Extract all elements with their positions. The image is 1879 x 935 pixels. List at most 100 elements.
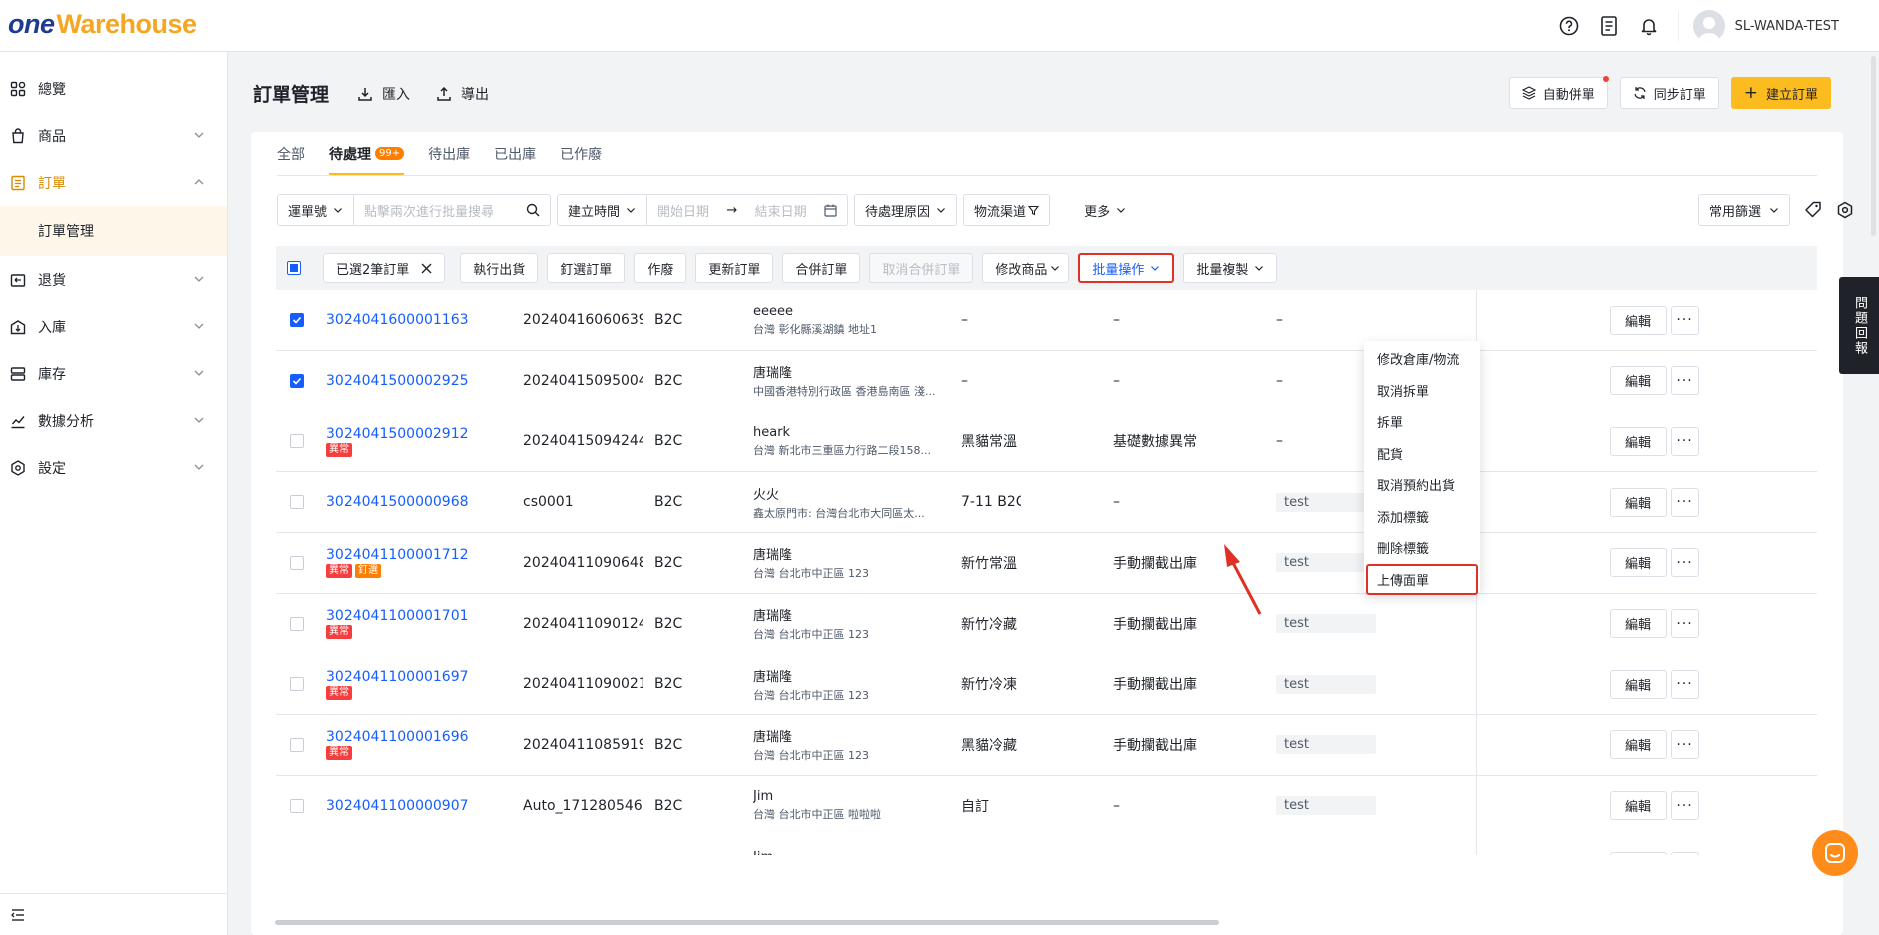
table-row[interactable]: 3024041100001701異常 20240411090124876 B2C 唐瑞… — [276, 593, 1817, 655]
common-filters-select[interactable]: 常用篩選 — [1697, 194, 1790, 226]
table-row[interactable]: 3024041100001697異常 20240411090021149 B2C 唐瑞… — [276, 654, 1817, 716]
sidebar-item-orders[interactable]: 訂單 — [0, 159, 227, 206]
order-id-link[interactable]: 3024041100001696 — [326, 729, 526, 745]
gear-icon[interactable] — [1836, 201, 1854, 219]
sync-orders-button[interactable]: 同步訂單 — [1619, 77, 1719, 109]
batch-menu-item[interactable]: 刪除標籤 — [1364, 532, 1480, 564]
batch-menu-item[interactable]: 上傳面單 — [1366, 563, 1478, 595]
batch-menu-item[interactable]: 拆單 — [1364, 406, 1480, 438]
sidebar-item-inventory[interactable]: 庫存 — [0, 350, 227, 397]
close-icon[interactable] — [421, 263, 432, 274]
row-checkbox[interactable] — [290, 677, 304, 692]
edit-button[interactable]: 編輯 — [1609, 426, 1667, 456]
row-checkbox[interactable] — [290, 616, 304, 631]
order-id-link[interactable]: 3024041500000968 — [326, 494, 526, 510]
more-filters-button[interactable]: 更多 — [1084, 201, 1126, 220]
search-input[interactable]: 點擊兩次進行批量搜尋 — [354, 195, 550, 225]
document-icon[interactable] — [1598, 15, 1620, 37]
edit-button[interactable]: 編輯 — [1609, 791, 1667, 821]
batch-operations-button[interactable]: 批量操作 — [1078, 253, 1175, 283]
batch-menu-item[interactable]: 添加標籤 — [1364, 501, 1480, 533]
import-button[interactable]: 匯入 — [357, 84, 410, 104]
more-actions-button[interactable]: ··· — [1670, 487, 1699, 517]
row-checkbox[interactable] — [290, 434, 304, 449]
unmerge-order-button[interactable]: 取消合併訂單 — [869, 253, 974, 283]
table-row[interactable]: 302404160000116320240416060639... B2C eeee… — [276, 290, 1817, 351]
row-checkbox[interactable] — [290, 495, 304, 510]
more-actions-button[interactable]: ··· — [1670, 366, 1699, 396]
edit-button[interactable]: 編輯 — [1609, 669, 1667, 699]
order-id-link[interactable]: 3024041600001163 — [326, 312, 526, 328]
row-checkbox[interactable] — [290, 798, 304, 813]
sidebar-item-analytics[interactable]: 數據分析 — [0, 397, 227, 444]
more-actions-button[interactable]: ··· — [1670, 730, 1699, 760]
logistics-channel-filter[interactable]: 物流渠道 — [963, 194, 1051, 226]
vertical-scrollbar[interactable] — [1871, 56, 1876, 236]
update-order-button[interactable]: 更新訂單 — [695, 253, 774, 283]
pin-order-button[interactable]: 釘選訂單 — [547, 253, 626, 283]
sidebar-item-overview[interactable]: 總覽 — [0, 65, 227, 112]
more-actions-button[interactable]: ··· — [1670, 669, 1699, 699]
batch-menu-item[interactable]: 取消拆單 — [1364, 375, 1480, 407]
time-field-select[interactable]: 建立時間 — [558, 195, 648, 225]
select-all-checkbox[interactable] — [287, 261, 301, 275]
sidebar-item-products[interactable]: 商品 — [0, 112, 227, 159]
row-checkbox[interactable] — [290, 373, 304, 388]
sidebar-item-inbound[interactable]: 入庫 — [0, 303, 227, 350]
tab-pending[interactable]: 待處理 99+ — [329, 132, 405, 175]
collapse-sidebar-button[interactable] — [0, 893, 227, 935]
sidebar-item-returns[interactable]: 退貨 — [0, 256, 227, 303]
table-row[interactable]: 3024041500000968 cs0001 B2C 火火 鑫太原門市: 台灣台北市大… — [276, 472, 1817, 534]
void-button[interactable]: 作廢 — [634, 253, 687, 283]
tab-shipped[interactable]: 已出庫 — [494, 132, 536, 175]
ship-button[interactable]: 執行出貨 — [460, 253, 539, 283]
more-actions-button[interactable]: ··· — [1670, 548, 1699, 578]
batch-menu-item[interactable]: 配貨 — [1364, 438, 1480, 470]
export-button[interactable]: 導出 — [436, 84, 489, 104]
order-id-link[interactable]: 3024041500002912 — [326, 426, 526, 442]
row-checkbox[interactable] — [290, 737, 304, 752]
edit-button[interactable]: 編輯 — [1609, 730, 1667, 760]
tab-voided[interactable]: 已作廢 — [560, 132, 602, 175]
table-row[interactable]: 3024041100000906Auto_1712805460...B2CJim… — [276, 836, 1817, 855]
more-actions-button[interactable]: ··· — [1670, 426, 1699, 456]
batch-copy-button[interactable]: 批量複製 — [1183, 253, 1278, 283]
auto-merge-button[interactable]: 自動併單 — [1508, 76, 1609, 109]
more-actions-button[interactable]: ··· — [1670, 305, 1699, 335]
table-row[interactable]: 3024041500002912異常 20240415094244... B2C he… — [276, 411, 1817, 473]
bell-icon[interactable] — [1638, 15, 1660, 37]
more-actions-button[interactable]: ··· — [1670, 851, 1699, 855]
help-icon[interactable] — [1558, 15, 1580, 37]
edit-button[interactable]: 編輯 — [1609, 366, 1667, 396]
pending-reason-select[interactable]: 待處理原因 — [854, 194, 958, 226]
feedback-button[interactable]: 問題回報 — [1839, 277, 1879, 374]
horizontal-scrollbar[interactable] — [275, 920, 1219, 925]
table-row[interactable]: 302404150000292520240415095004... B2C 唐瑞隆中… — [276, 350, 1817, 412]
chat-button[interactable] — [1812, 830, 1858, 876]
table-row[interactable]: 3024041100001696異常 20240411085919435 B2C 唐瑞… — [276, 714, 1817, 776]
edit-button[interactable]: 編輯 — [1609, 548, 1667, 578]
tag-icon[interactable] — [1804, 201, 1822, 219]
edit-button[interactable]: 編輯 — [1609, 609, 1667, 638]
date-range-picker[interactable]: 開始日期 → 結束日期 — [647, 195, 847, 225]
batch-menu-item[interactable]: 修改倉庫/物流 — [1364, 343, 1480, 375]
logo[interactable]: one Warehouse — [8, 6, 197, 42]
row-checkbox[interactable] — [290, 555, 304, 570]
sidebar-item-settings[interactable]: 設定 — [0, 444, 227, 491]
table-row[interactable]: 3024041100001712異常釘選202404110906485...B2… — [276, 532, 1817, 594]
create-order-button[interactable]: + 建立訂單 — [1730, 77, 1831, 109]
row-checkbox[interactable] — [290, 313, 304, 327]
order-id-link[interactable]: 3024041100001701 — [326, 608, 526, 624]
tab-to-ship[interactable]: 待出庫 — [428, 132, 470, 175]
edit-button[interactable]: 編輯 — [1609, 851, 1667, 855]
order-id-link[interactable]: 3024041100000907 — [326, 798, 526, 814]
batch-menu-item[interactable]: 取消預約出貨 — [1364, 469, 1480, 501]
order-id-link[interactable]: 3024041500002925 — [326, 373, 526, 389]
sidebar-item-order-management[interactable]: 訂單管理 — [0, 206, 227, 256]
order-id-link[interactable]: 3024041100001697 — [326, 669, 526, 685]
more-actions-button[interactable]: ··· — [1670, 609, 1699, 638]
edit-product-button[interactable]: 修改商品 — [982, 253, 1070, 283]
order-id-link[interactable]: 3024041100001712 — [326, 547, 526, 563]
merge-order-button[interactable]: 合併訂單 — [782, 253, 861, 283]
table-row[interactable]: 3024041100000907Auto_1712805461810 B2C Jim… — [276, 775, 1817, 837]
